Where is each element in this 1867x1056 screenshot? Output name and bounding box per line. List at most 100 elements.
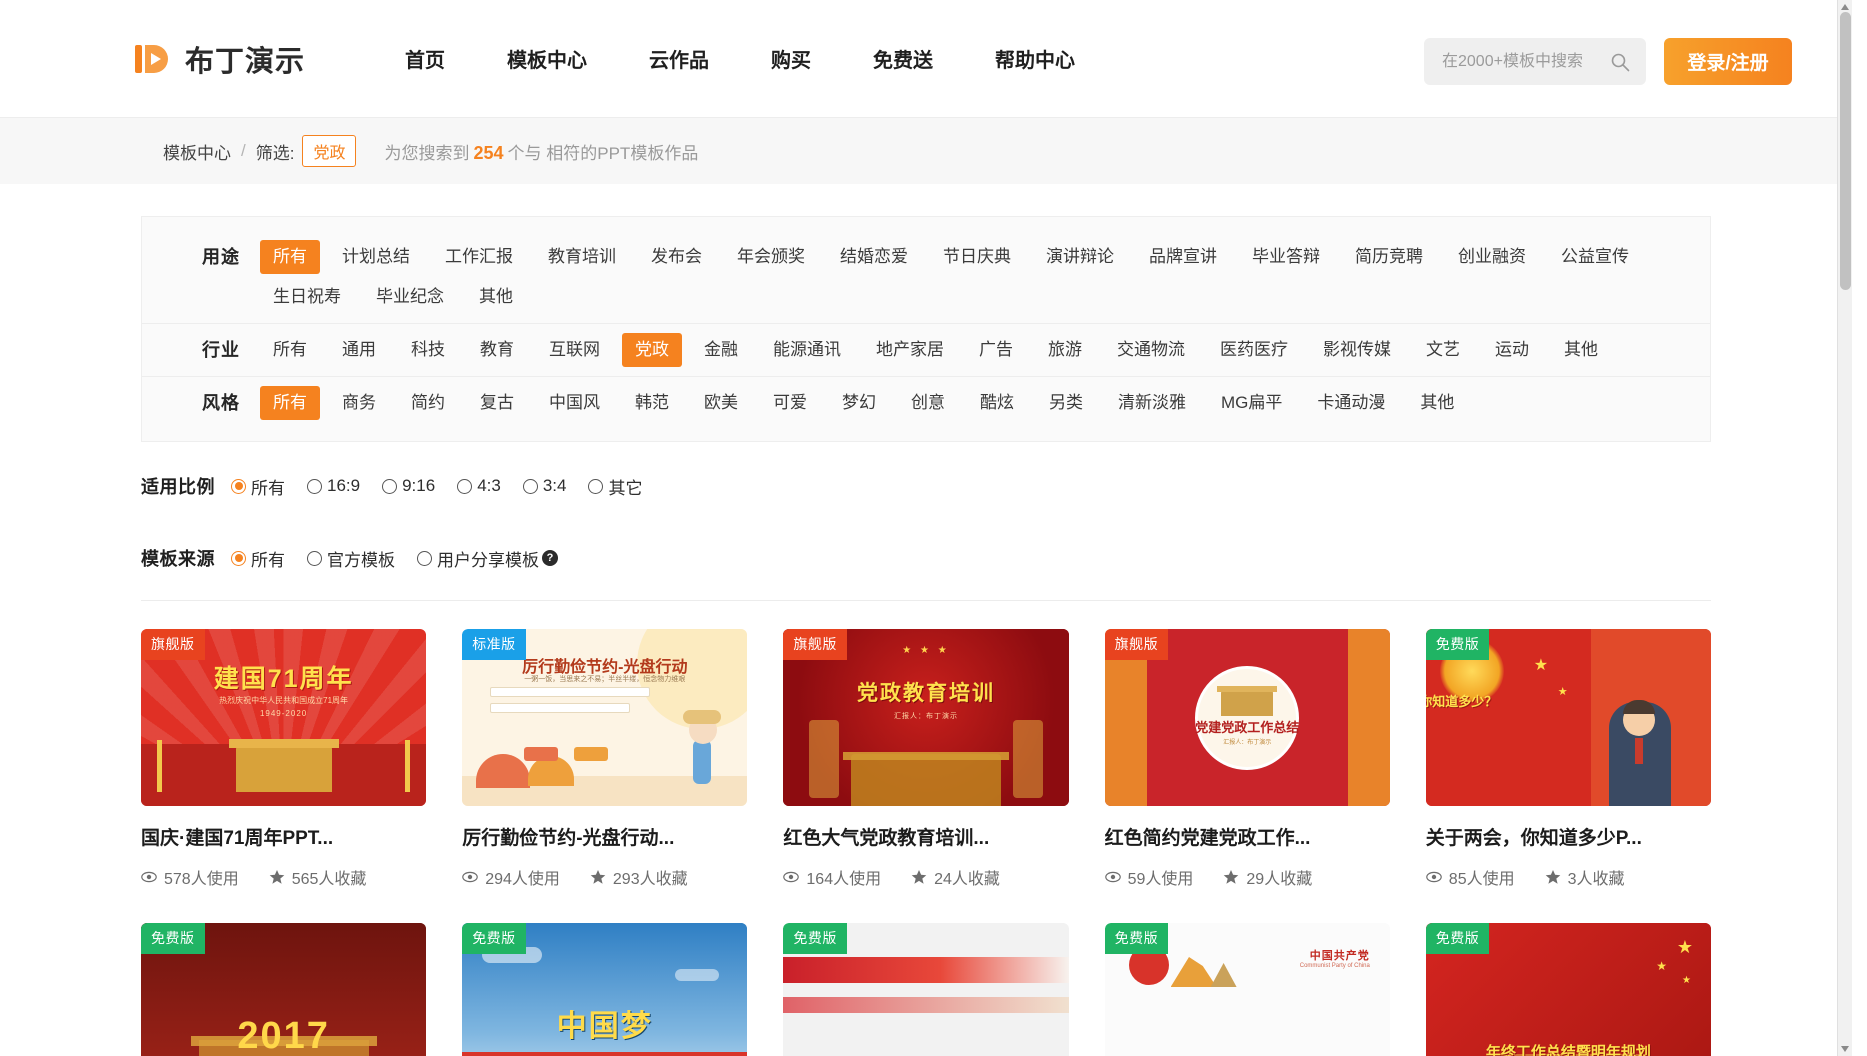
filter-purpose-startup-financing[interactable]: 创业融资: [1445, 240, 1539, 274]
template-thumbnail[interactable]: ★ ★ ★ 年终工作总结暨明年规划 免费版: [1425, 923, 1711, 1056]
filter-industry-energy-telecom[interactable]: 能源通讯: [760, 333, 854, 367]
radio-icon-all[interactable]: [231, 478, 246, 494]
template-card[interactable]: 中国共产党 Communist Party of China 免费版: [1104, 923, 1390, 1056]
template-card[interactable]: 党建党政工作总结 汇报人：布丁演示 旗舰版 红色简约党建党政工作... 59人使…: [1104, 629, 1390, 889]
filter-purpose-festival[interactable]: 节日庆典: [930, 240, 1024, 274]
template-thumbnail[interactable]: 免费版: [783, 923, 1069, 1056]
radio-icon-source-all[interactable]: [231, 550, 246, 566]
template-title[interactable]: 红色大气党政教育培训...: [783, 823, 1068, 850]
ratio-option-all[interactable]: 所有: [231, 474, 285, 499]
radio-icon-source-user[interactable]: [417, 550, 432, 566]
nav-item-purchase[interactable]: 购买: [771, 44, 811, 73]
filter-style-alternative[interactable]: 另类: [1036, 386, 1096, 420]
filter-purpose-brand-talk[interactable]: 品牌宣讲: [1136, 240, 1230, 274]
filter-industry-tourism[interactable]: 旅游: [1035, 333, 1095, 367]
radio-icon-3-4[interactable]: [522, 478, 538, 494]
filter-style-western[interactable]: 欧美: [691, 386, 751, 420]
filter-style-mg-flat[interactable]: MG扁平: [1208, 386, 1295, 420]
filter-purpose-work-report[interactable]: 工作汇报: [432, 240, 526, 274]
filter-style-fresh-elegant[interactable]: 清新淡雅: [1105, 386, 1199, 420]
filter-purpose-launch-event[interactable]: 发布会: [638, 240, 715, 274]
login-register-button[interactable]: 登录/注册: [1664, 38, 1792, 85]
template-card[interactable]: 中国梦 免费版: [462, 923, 748, 1056]
filter-industry-other[interactable]: 其他: [1551, 333, 1611, 367]
filter-style-chinese[interactable]: 中国风: [536, 386, 613, 420]
filter-industry-medical-pharma[interactable]: 医药医疗: [1207, 333, 1301, 367]
filter-industry-realestate-home[interactable]: 地产家居: [863, 333, 957, 367]
filter-style-dreamy[interactable]: 梦幻: [829, 386, 889, 420]
scroll-up-arrow-icon[interactable]: [1841, 4, 1849, 10]
filter-purpose-plan-summary[interactable]: 计划总结: [329, 240, 423, 274]
filter-purpose-all[interactable]: 所有: [260, 240, 320, 274]
filter-style-cute[interactable]: 可爱: [760, 386, 820, 420]
breadcrumb-root-link[interactable]: 模板中心: [163, 139, 231, 164]
scroll-down-arrow-icon[interactable]: [1841, 1046, 1849, 1052]
template-card[interactable]: 免费版: [783, 923, 1069, 1056]
filter-purpose-speech-debate[interactable]: 演讲辩论: [1033, 240, 1127, 274]
template-card[interactable]: 厉行勤俭节约-光盘行动 一粥一饭，当思来之不易；半丝半缕，恒念物力维艰 标准版 …: [462, 629, 748, 889]
brand[interactable]: 布丁演示: [131, 38, 305, 80]
template-thumbnail[interactable]: 2017 免费版: [141, 923, 427, 1056]
source-option-official[interactable]: 官方模板: [307, 546, 395, 571]
template-thumbnail[interactable]: 党建党政工作总结 汇报人：布丁演示 旗舰版: [1104, 629, 1390, 806]
filter-style-korean[interactable]: 韩范: [622, 386, 682, 420]
radio-icon-16-9[interactable]: [307, 478, 322, 494]
filter-industry-finance[interactable]: 金融: [691, 333, 751, 367]
radio-icon-9-16[interactable]: [382, 478, 398, 494]
filter-industry-education[interactable]: 教育: [467, 333, 527, 367]
ratio-option-16-9[interactable]: 16:9: [307, 476, 360, 496]
ratio-option-4-3[interactable]: 4:3: [457, 476, 501, 496]
filter-industry-internet[interactable]: 互联网: [536, 333, 613, 367]
filter-industry-film-media[interactable]: 影视传媒: [1310, 333, 1404, 367]
filter-industry-all[interactable]: 所有: [260, 333, 320, 367]
template-thumbnail[interactable]: 中国梦 免费版: [462, 923, 748, 1056]
template-title[interactable]: 关于两会，你知道多少P...: [1426, 823, 1711, 850]
filter-purpose-other[interactable]: 其他: [466, 280, 526, 314]
filter-purpose-public-welfare[interactable]: 公益宣传: [1548, 240, 1642, 274]
filter-style-creative[interactable]: 创意: [898, 386, 958, 420]
filter-style-cool[interactable]: 酷炫: [967, 386, 1027, 420]
filter-purpose-education-training[interactable]: 教育培训: [535, 240, 629, 274]
source-option-all[interactable]: 所有: [231, 546, 285, 571]
template-title[interactable]: 红色简约党建党政工作...: [1105, 823, 1390, 850]
template-thumbnail[interactable]: 厉行勤俭节约-光盘行动 一粥一饭，当思来之不易；半丝半缕，恒念物力维艰 标准版: [462, 629, 748, 806]
filter-purpose-wedding-romance[interactable]: 结婚恋爱: [827, 240, 921, 274]
nav-item-home[interactable]: 首页: [405, 44, 445, 73]
template-title[interactable]: 厉行勤俭节约-光盘行动...: [462, 823, 747, 850]
ratio-option-9-16[interactable]: 9:16: [382, 476, 435, 496]
nav-item-cloud-works[interactable]: 云作品: [649, 44, 709, 73]
filter-style-all[interactable]: 所有: [260, 386, 320, 420]
filter-style-other[interactable]: 其他: [1407, 386, 1467, 420]
filter-industry-advertising[interactable]: 广告: [966, 333, 1026, 367]
search-input[interactable]: [1440, 51, 1610, 72]
filter-purpose-birthday[interactable]: 生日祝寿: [260, 280, 354, 314]
help-icon[interactable]: ?: [542, 550, 558, 566]
nav-item-free-gift[interactable]: 免费送: [873, 44, 933, 73]
scrollbar-thumb[interactable]: [1840, 12, 1851, 290]
search-box[interactable]: [1424, 38, 1646, 85]
filter-industry-general[interactable]: 通用: [329, 333, 389, 367]
template-thumbnail[interactable]: ★ ★ ★ 党政教育培训 汇报人：布丁演示 旗舰版: [783, 629, 1069, 806]
nav-item-help-center[interactable]: 帮助中心: [995, 44, 1075, 73]
filter-style-business[interactable]: 商务: [329, 386, 389, 420]
template-thumbnail[interactable]: ★ ★ 关于两会，你知道多少？ 免费版: [1425, 629, 1711, 806]
template-card[interactable]: 建国71周年 热烈庆祝中华人民共和国成立71周年 1949-2020 旗舰版 国…: [141, 629, 427, 889]
filter-purpose-graduation-defense[interactable]: 毕业答辩: [1239, 240, 1333, 274]
filter-industry-sports[interactable]: 运动: [1482, 333, 1542, 367]
active-filter-tag[interactable]: 党政: [302, 135, 357, 167]
page-scrollbar[interactable]: [1837, 0, 1852, 1056]
filter-industry-party-government[interactable]: 党政: [622, 333, 682, 367]
template-card[interactable]: 2017 免费版: [141, 923, 427, 1056]
filter-purpose-resume-competition[interactable]: 简历竞聘: [1342, 240, 1436, 274]
filter-style-minimal[interactable]: 简约: [398, 386, 458, 420]
filter-style-retro[interactable]: 复古: [467, 386, 527, 420]
filter-industry-transport-logistics[interactable]: 交通物流: [1104, 333, 1198, 367]
template-thumbnail[interactable]: 建国71周年 热烈庆祝中华人民共和国成立71周年 1949-2020 旗舰版: [141, 629, 427, 806]
filter-style-cartoon-anime[interactable]: 卡通动漫: [1304, 386, 1398, 420]
filter-purpose-graduation-memorial[interactable]: 毕业纪念: [363, 280, 457, 314]
nav-item-templates[interactable]: 模板中心: [507, 44, 587, 73]
radio-icon-4-3[interactable]: [457, 478, 473, 494]
search-icon[interactable]: [1610, 52, 1630, 72]
ratio-option-3-4[interactable]: 3:4: [522, 476, 566, 496]
radio-icon-source-official[interactable]: [307, 550, 322, 566]
